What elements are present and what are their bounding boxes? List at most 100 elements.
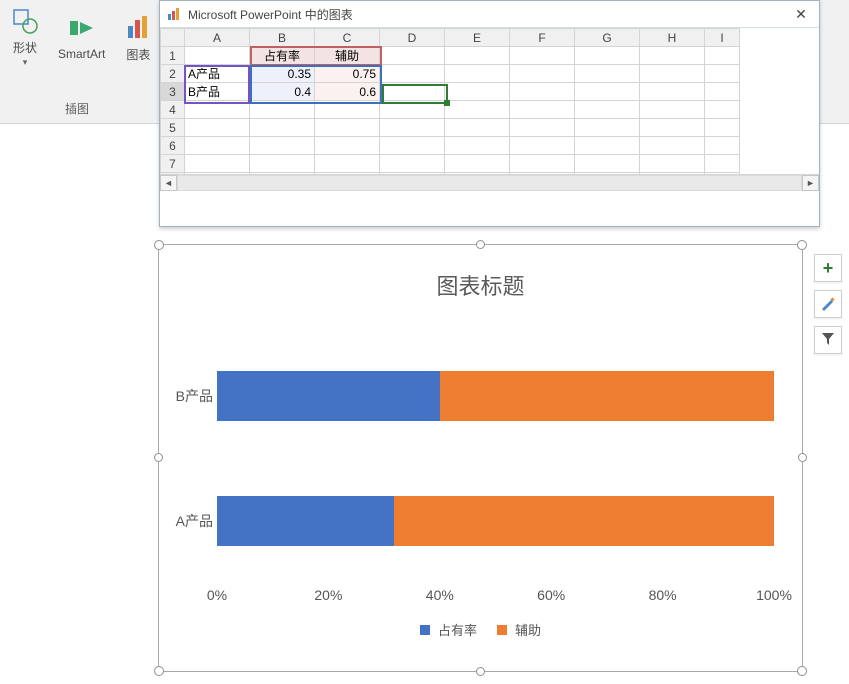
bar-b-aux[interactable]: [440, 371, 774, 421]
row-header-1[interactable]: 1: [161, 47, 185, 65]
plot-area[interactable]: B产品 A产品: [217, 333, 774, 583]
cell-H3[interactable]: [640, 83, 705, 101]
bar-a-occ[interactable]: [217, 496, 394, 546]
cell-I2[interactable]: [705, 65, 740, 83]
cell-B1[interactable]: 占有率: [250, 47, 315, 65]
cell-B4[interactable]: [250, 101, 315, 119]
cell-E1[interactable]: [445, 47, 510, 65]
cell-F5[interactable]: [510, 119, 575, 137]
col-header-C[interactable]: C: [315, 29, 380, 47]
resize-handle-r[interactable]: [798, 453, 807, 462]
chart-object[interactable]: 图表标题 B产品 A产品 0% 20% 40% 60% 80% 100%: [158, 244, 803, 672]
cell-A1[interactable]: [185, 47, 250, 65]
cell-H5[interactable]: [640, 119, 705, 137]
select-all-corner[interactable]: [161, 29, 185, 47]
chart-title[interactable]: 图表标题: [167, 269, 794, 301]
cell-C5[interactable]: [315, 119, 380, 137]
row-header-3[interactable]: 3: [161, 83, 185, 101]
window-close-button[interactable]: ✕: [789, 5, 813, 23]
col-header-B[interactable]: B: [250, 29, 315, 47]
cell-E6[interactable]: [445, 137, 510, 155]
cell-F2[interactable]: [510, 65, 575, 83]
cell-G5[interactable]: [575, 119, 640, 137]
cell-E5[interactable]: [445, 119, 510, 137]
chart-area[interactable]: 图表标题 B产品 A产品 0% 20% 40% 60% 80% 100%: [167, 253, 794, 663]
col-header-D[interactable]: D: [380, 29, 445, 47]
cell-C3[interactable]: 0.6: [315, 83, 380, 101]
cell-B6[interactable]: [250, 137, 315, 155]
cell-H7[interactable]: [640, 155, 705, 173]
cell-D2[interactable]: [380, 65, 445, 83]
cell-C7[interactable]: [315, 155, 380, 173]
cell-A6[interactable]: [185, 137, 250, 155]
cell-H1[interactable]: [640, 47, 705, 65]
cell-B2[interactable]: 0.35: [250, 65, 315, 83]
resize-handle-br[interactable]: [797, 666, 807, 676]
cell-C2[interactable]: 0.75: [315, 65, 380, 83]
cell-E2[interactable]: [445, 65, 510, 83]
resize-handle-tl[interactable]: [154, 240, 164, 250]
cell-C1[interactable]: 辅助: [315, 47, 380, 65]
resize-handle-tr[interactable]: [797, 240, 807, 250]
chart-filter-button[interactable]: [814, 326, 842, 354]
shapes-button[interactable]: 形状 ▾: [0, 0, 50, 70]
cell-A2[interactable]: A产品: [185, 65, 250, 83]
row-header-6[interactable]: 6: [161, 137, 185, 155]
cell-C4[interactable]: [315, 101, 380, 119]
range-resize-handle[interactable]: [444, 100, 450, 106]
spreadsheet[interactable]: A B C D E F G H I 1 占有率 辅助: [160, 28, 819, 191]
col-header-E[interactable]: E: [445, 29, 510, 47]
smartart-button[interactable]: SmartArt: [50, 0, 113, 70]
chart-elements-button[interactable]: +: [814, 254, 842, 282]
cell-F1[interactable]: [510, 47, 575, 65]
cell-A4[interactable]: [185, 101, 250, 119]
cell-F3[interactable]: [510, 83, 575, 101]
cell-F6[interactable]: [510, 137, 575, 155]
cell-A3[interactable]: B产品: [185, 83, 250, 101]
cell-D3[interactable]: [380, 83, 445, 101]
col-header-G[interactable]: G: [575, 29, 640, 47]
resize-handle-l[interactable]: [154, 453, 163, 462]
cell-H2[interactable]: [640, 65, 705, 83]
row-header-5[interactable]: 5: [161, 119, 185, 137]
scroll-left-button[interactable]: ◄: [160, 175, 177, 191]
cell-A7[interactable]: [185, 155, 250, 173]
scroll-right-button[interactable]: ►: [802, 175, 819, 191]
scroll-track[interactable]: [177, 175, 802, 191]
cell-G7[interactable]: [575, 155, 640, 173]
chart-button[interactable]: 图表: [113, 0, 163, 70]
cell-I3[interactable]: [705, 83, 740, 101]
row-header-4[interactable]: 4: [161, 101, 185, 119]
cell-G2[interactable]: [575, 65, 640, 83]
cell-A5[interactable]: [185, 119, 250, 137]
cell-G3[interactable]: [575, 83, 640, 101]
cell-D5[interactable]: [380, 119, 445, 137]
bar-b-occ[interactable]: [217, 371, 440, 421]
cell-I7[interactable]: [705, 155, 740, 173]
bar-a-aux[interactable]: [394, 496, 774, 546]
cell-B5[interactable]: [250, 119, 315, 137]
cell-D4[interactable]: [380, 101, 445, 119]
horizontal-scrollbar[interactable]: ◄ ►: [160, 174, 819, 191]
cell-I6[interactable]: [705, 137, 740, 155]
cell-E4[interactable]: [445, 101, 510, 119]
row-header-7[interactable]: 7: [161, 155, 185, 173]
cell-G6[interactable]: [575, 137, 640, 155]
col-header-H[interactable]: H: [640, 29, 705, 47]
cell-H6[interactable]: [640, 137, 705, 155]
cell-F7[interactable]: [510, 155, 575, 173]
chart-legend[interactable]: 占有率 辅助: [167, 620, 794, 639]
col-header-I[interactable]: I: [705, 29, 740, 47]
cell-B7[interactable]: [250, 155, 315, 173]
cell-F4[interactable]: [510, 101, 575, 119]
cell-D7[interactable]: [380, 155, 445, 173]
cell-C6[interactable]: [315, 137, 380, 155]
cell-I4[interactable]: [705, 101, 740, 119]
cell-G1[interactable]: [575, 47, 640, 65]
cell-D1[interactable]: [380, 47, 445, 65]
resize-handle-b[interactable]: [476, 667, 485, 676]
cell-I5[interactable]: [705, 119, 740, 137]
cell-B3[interactable]: 0.4: [250, 83, 315, 101]
cell-D6[interactable]: [380, 137, 445, 155]
window-titlebar[interactable]: Microsoft PowerPoint 中的图表 ✕: [160, 1, 819, 28]
